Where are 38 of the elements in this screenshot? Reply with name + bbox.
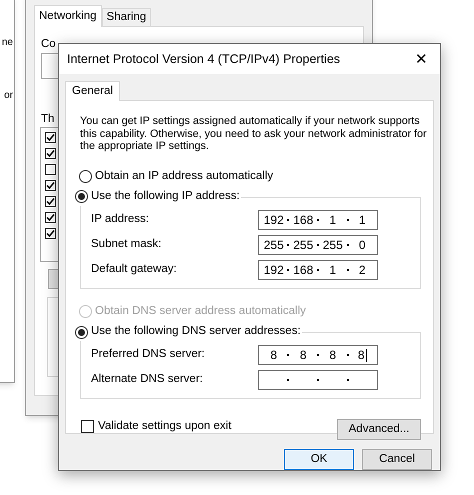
field-label: Alternate DNS server: [91,372,203,388]
checkbox[interactable] [45,196,56,207]
close-button[interactable]: ✕ [411,52,432,66]
ip-address-field[interactable]: 8 8 8 8 [258,345,378,365]
advanced-button[interactable]: Advanced... [337,419,421,440]
label-fragment: Th [41,112,54,126]
tab[interactable]: General [65,81,120,101]
ok-button[interactable]: OK [284,449,354,470]
field-label: Preferred DNS server: [91,347,205,362]
radio-option[interactable]: Use the following DNS server addresses: [74,323,302,341]
checkbox[interactable] [45,228,56,239]
label-fragment: Co [41,37,56,51]
radio-button[interactable] [75,190,88,204]
field-label: IP address: [91,212,149,228]
checkbox[interactable] [45,132,56,143]
ip-address-field[interactable]: 192 168 1 1 [258,210,378,230]
radio-button[interactable] [79,170,92,183]
checkbox[interactable] [45,148,56,159]
ip-address-field[interactable] [258,370,378,390]
field-label: Default gateway: [91,262,177,278]
tab[interactable]: Sharing [102,8,152,27]
radio-option[interactable]: Use the following IP address: [74,188,241,206]
ip-address-field[interactable]: 192 168 1 2 [258,260,378,280]
checkbox[interactable] [81,420,94,433]
window-title: Internet Protocol Version 4 (TCP/IPv4) Properties [67,50,340,68]
label-fragment: or [4,89,13,103]
checkbox[interactable] [45,164,56,175]
validate-checkbox[interactable]: Validate settings upon exit [81,418,232,436]
cancel-button[interactable]: Cancel [362,449,432,470]
radio-button[interactable] [75,326,88,338]
radio-option[interactable]: Obtain an IP address automatically [78,168,274,185]
ip-address-field[interactable]: 255 255 255 0 [258,234,378,255]
checkbox[interactable] [45,180,56,191]
checkbox[interactable] [45,212,56,223]
field-label: Subnet mask: [91,237,162,252]
label-fragment: ne [2,36,13,50]
description-text: You can get IP settings assigned automatically if your network supports this capability. Otherwise, you need to ask your network administrator for the appropriate IP settings. [80,115,428,152]
tab[interactable]: Networking [34,5,102,27]
